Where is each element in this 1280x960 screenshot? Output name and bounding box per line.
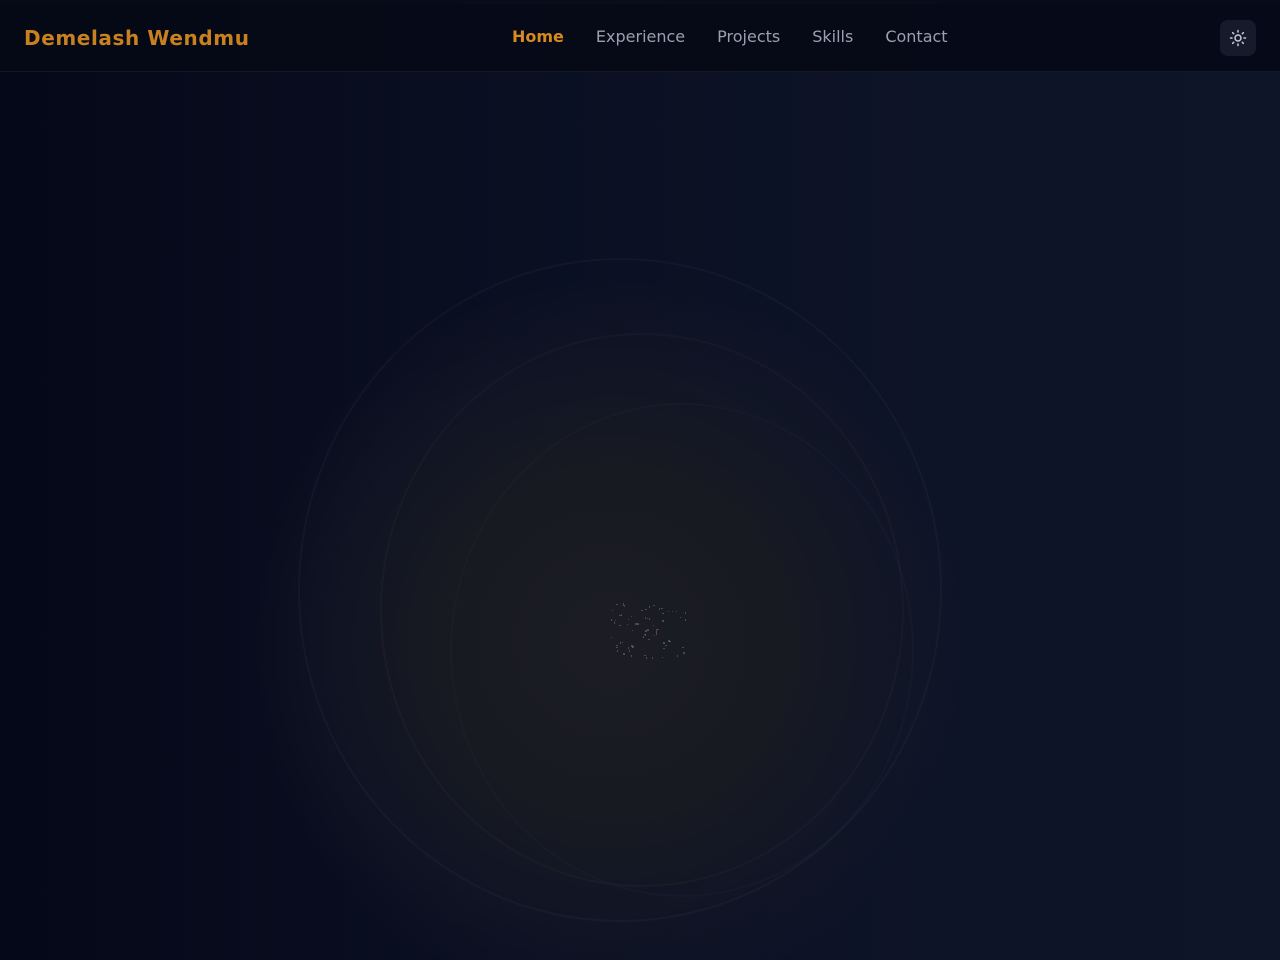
nav-link-skills[interactable]: Skills bbox=[812, 27, 853, 47]
hero-ring bbox=[450, 403, 914, 897]
particle-dot bbox=[641, 609, 643, 612]
particle-dot bbox=[620, 614, 623, 616]
particle-dot bbox=[645, 657, 648, 659]
particle-dot bbox=[644, 654, 646, 657]
particle-dot bbox=[631, 645, 633, 647]
nav-link-home[interactable]: Home bbox=[512, 27, 564, 47]
sun-icon bbox=[1229, 29, 1247, 47]
particle-dot bbox=[661, 656, 663, 659]
particle-dot bbox=[658, 608, 661, 610]
nav-link-experience[interactable]: Experience bbox=[596, 27, 685, 47]
particle-dot bbox=[684, 612, 687, 614]
particle-dot bbox=[653, 604, 655, 607]
particle-dot bbox=[628, 650, 631, 652]
particle-dot bbox=[662, 620, 664, 622]
particle-dot bbox=[613, 622, 616, 624]
portfolio-page: Demelash Wendmu Home Experience Projects… bbox=[0, 0, 1280, 960]
brand-name[interactable]: Demelash Wendmu bbox=[24, 26, 250, 50]
particle-dot bbox=[644, 633, 646, 636]
particle-dot bbox=[637, 623, 639, 625]
particle-dot bbox=[665, 644, 667, 647]
hero-section bbox=[0, 73, 1280, 960]
particle-dot bbox=[663, 642, 665, 644]
nav-link-projects[interactable]: Projects bbox=[717, 27, 780, 47]
particle-dot bbox=[610, 619, 613, 621]
particle-dot bbox=[661, 607, 663, 610]
particle-dot bbox=[616, 644, 618, 647]
particle-dot bbox=[683, 652, 685, 654]
nav-link-contact[interactable]: Contact bbox=[885, 27, 947, 47]
particle-dot bbox=[662, 612, 664, 615]
particle-dot bbox=[623, 653, 625, 655]
particle-dot bbox=[668, 640, 670, 642]
particle-dot bbox=[684, 619, 686, 621]
particle-dot bbox=[645, 608, 647, 611]
nav-links: Home Experience Projects Skills Contact bbox=[512, 27, 948, 47]
particle-dot bbox=[648, 606, 651, 608]
particle-dot bbox=[635, 623, 637, 625]
theme-toggle-button[interactable] bbox=[1220, 20, 1256, 56]
particle-dot bbox=[657, 628, 659, 631]
particle-dot bbox=[648, 638, 650, 641]
particle-dot bbox=[647, 629, 649, 631]
navbar: Demelash Wendmu Home Experience Projects… bbox=[0, 0, 1280, 72]
